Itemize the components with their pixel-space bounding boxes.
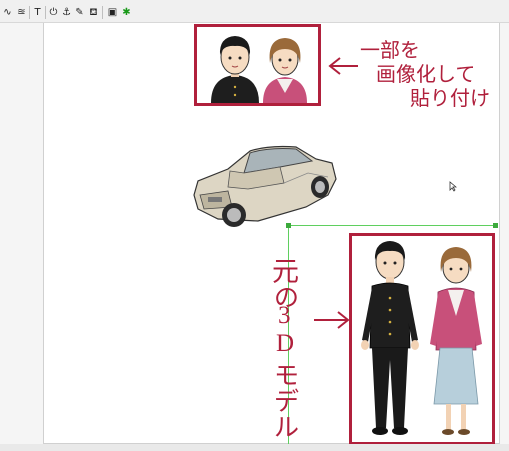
car-3d-model[interactable] bbox=[188, 137, 340, 233]
mouse-cursor-icon bbox=[449, 181, 457, 192]
annotation-char: 3 bbox=[278, 302, 291, 329]
curve-icon[interactable]: ∿ bbox=[2, 7, 13, 18]
pasted-characters-image[interactable] bbox=[197, 27, 318, 103]
pattern-icon[interactable]: ≊ bbox=[16, 7, 27, 18]
annotation-pasted-line3: 貼り付け bbox=[410, 88, 490, 110]
toolbar-separator bbox=[29, 6, 30, 19]
green-star-icon[interactable]: ✱ bbox=[121, 7, 132, 18]
annotation-char: ル bbox=[274, 415, 300, 442]
original-3d-model-frame bbox=[349, 233, 495, 445]
left-arrow-icon bbox=[328, 57, 358, 75]
characters-3d-model[interactable] bbox=[352, 236, 492, 442]
annotation-char: D bbox=[276, 330, 295, 357]
selection-handle[interactable] bbox=[286, 223, 291, 228]
toolbar-separator bbox=[45, 6, 46, 19]
right-arrow-icon bbox=[314, 311, 350, 329]
fill-icon[interactable]: ⛾ bbox=[88, 7, 99, 18]
horizontal-scrollbar[interactable] bbox=[0, 444, 509, 451]
rotate-icon[interactable]: ⏻ bbox=[48, 7, 59, 18]
text-icon[interactable]: T bbox=[32, 7, 43, 18]
pen-icon[interactable]: ✎ bbox=[74, 7, 85, 18]
toolbar: ∿ ≊ T ⏻ ⚓ ✎ ⛾ ▣ ✱ bbox=[0, 0, 509, 23]
pasted-image-frame bbox=[194, 24, 321, 106]
selection-guide-horizontal bbox=[288, 225, 495, 226]
selection-handle[interactable] bbox=[493, 223, 498, 228]
image-icon[interactable]: ▣ bbox=[107, 7, 118, 18]
anchor-icon[interactable]: ⚓ bbox=[61, 7, 72, 18]
toolbar-separator bbox=[102, 6, 103, 19]
